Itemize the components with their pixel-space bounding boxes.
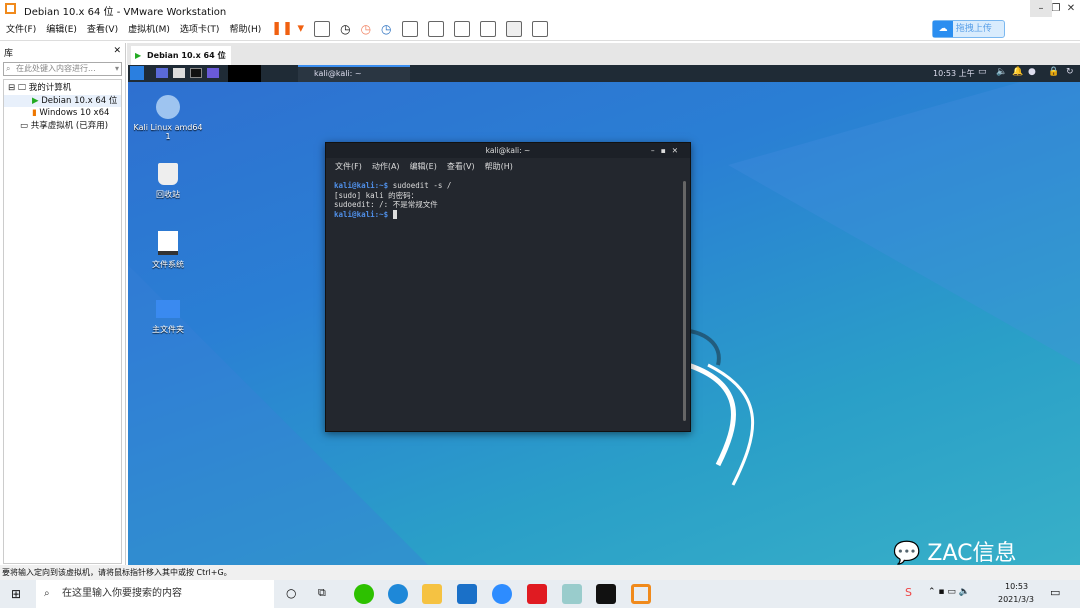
start-button[interactable]: ⊞ [11, 587, 21, 601]
terminal-output[interactable]: kali@kali:~$ sudoedit -s / [sudo] kali 的… [326, 175, 690, 225]
menu-bar: 文件(F) 编辑(E) 查看(V) 虚拟机(M) 选项卡(T) 帮助(H) ❚❚… [0, 17, 1080, 41]
tree-item-windows[interactable]: ▮ Windows 10 x64 [4, 107, 121, 120]
kali-clock[interactable]: 10:53 上午 [933, 68, 975, 79]
workspace-switcher[interactable] [228, 65, 261, 82]
library-tree: ⊟ 🖵 我的计算机 ▶ Debian 10.x 64 位 ▮ Windows 1… [3, 79, 122, 564]
show-desktop-icon[interactable] [156, 68, 168, 78]
taskbar-search-input[interactable]: ⌕ 在这里输入你要搜索的内容 [36, 580, 274, 608]
snapshot-icon[interactable]: ◷ [340, 22, 350, 36]
drive-icon [158, 231, 178, 255]
tree-item-debian[interactable]: ▶ Debian 10.x 64 位 [4, 94, 121, 107]
fullscreen-icon[interactable] [453, 20, 470, 37]
snapshot-manager-icon[interactable]: ◷ [381, 22, 391, 36]
edge-icon[interactable] [388, 584, 408, 604]
desktop-icon-filesystem[interactable]: 文件系统 [133, 231, 203, 270]
tree-item-shared[interactable]: ▭ 共享虚拟机 (已弃用) [4, 120, 121, 133]
cloud-icon: ☁ [933, 21, 953, 37]
unity-icon[interactable] [479, 20, 496, 37]
task-view-icon[interactable]: ⧉ [318, 586, 326, 600]
ime-icon[interactable]: S [905, 586, 912, 599]
terminal-menu-edit[interactable]: 编辑(E) [410, 161, 437, 172]
search-icon: ⌕ [44, 588, 50, 599]
terminal-titlebar[interactable]: kali@kali: ~ –▪✕ [326, 143, 690, 158]
action-center-icon[interactable]: ▭ [1050, 586, 1060, 599]
window-title: Debian 10.x 64 位 - VMware Workstation [24, 7, 227, 18]
menu-help[interactable]: 帮助(H) [229, 22, 261, 35]
file-explorer-icon[interactable] [422, 584, 442, 604]
terminal-menu-file[interactable]: 文件(F) [335, 161, 362, 172]
app-icon[interactable] [562, 584, 582, 604]
library-view-icon[interactable] [401, 20, 418, 37]
watermark: 💬 ZAC信息 [893, 541, 1017, 565]
zoom-icon[interactable] [492, 584, 512, 604]
home-folder-icon [156, 300, 180, 318]
terminal-menu-view[interactable]: 查看(V) [447, 161, 475, 172]
library-panel: 库 ✕ ⌕ 在此处键入内容进行... ▾ ⊟ 🖵 我的计算机 ▶ Debian 10.… [0, 43, 126, 565]
title-bar: Debian 10.x 64 位 - VMware Workstation – … [0, 0, 1080, 18]
vmware-taskbar-icon[interactable] [631, 584, 651, 604]
vmware-logo-icon [5, 3, 16, 14]
tab-close-icon[interactable]: ✕ [220, 46, 227, 65]
menu-vm[interactable]: 虚拟机(M) [128, 22, 170, 35]
upload-label: 拖拽上传 [955, 24, 992, 34]
file-manager-icon[interactable] [173, 68, 185, 78]
netease-music-icon[interactable] [527, 584, 547, 604]
windows-taskbar: ⊞ ⌕ 在这里输入你要搜索的内容 ○ ⧉ S ⌃ ▪ ▭ 🔈 10:53 2021… [0, 580, 1080, 608]
library-title: 库 [4, 49, 14, 59]
tab-bar: ▶ Debian 10.x 64 位 ✕ [127, 43, 1080, 65]
terminal-launcher-icon[interactable] [190, 68, 202, 78]
kali-top-panel: kali@kali: ~ 10:53 上午 ▭ 🔈 🔔 ● 🔒 ↻ [128, 65, 1080, 82]
desktop-icon-trash[interactable]: 回收站 [133, 163, 203, 200]
status-bar: 要将输入定向到该虚拟机，请将鼠标指针移入其中或按 Ctrl+G。 [0, 565, 1080, 580]
menu-file[interactable]: 文件(F) [6, 22, 36, 35]
terminal-app-icon[interactable] [596, 584, 616, 604]
menu-tabs[interactable]: 选项卡(T) [180, 22, 220, 35]
wechat-app-icon[interactable] [354, 584, 374, 604]
close-button[interactable]: ✕ [1060, 0, 1080, 17]
send-ctrl-alt-del-icon[interactable] [314, 20, 331, 37]
menu-edit[interactable]: 编辑(E) [46, 22, 77, 35]
notification-icon[interactable]: 🔔 [1012, 67, 1023, 77]
tray-date[interactable]: 2021/3/3 [998, 595, 1034, 604]
cortana-icon[interactable]: ○ [286, 586, 296, 600]
taskbar-terminal-window[interactable]: kali@kali: ~ [298, 65, 410, 82]
upload-button[interactable]: ☁ 拖拽上传 [932, 20, 1005, 38]
lock-icon[interactable]: 🔒 [1048, 67, 1059, 77]
terminal-scrollbar[interactable] [683, 181, 686, 421]
volume-icon[interactable]: 🔈 [996, 67, 1007, 77]
library-search-input[interactable]: ⌕ 在此处键入内容进行... ▾ [3, 62, 122, 76]
kali-menu-icon[interactable] [130, 66, 144, 80]
search-icon: ⌕ [6, 64, 11, 73]
screenshot-icon[interactable] [207, 68, 219, 78]
menu-view[interactable]: 查看(V) [87, 22, 118, 35]
terminal-menu-actions[interactable]: 动作(A) [372, 161, 400, 172]
tray-icons[interactable]: ⌃ ▪ ▭ 🔈 [928, 587, 970, 597]
tab-debian[interactable]: ▶ Debian 10.x 64 位 ✕ [131, 46, 231, 65]
display-icon[interactable]: ▭ [978, 67, 987, 77]
close-library-icon[interactable]: ✕ [113, 46, 121, 59]
network-icon[interactable]: ● [1028, 67, 1036, 77]
tray-time[interactable]: 10:53 [1005, 582, 1028, 591]
wechat-icon: 💬 [893, 541, 921, 565]
dropdown-icon[interactable]: ▾ [115, 63, 119, 75]
tree-item-my-computer[interactable]: ⊟ 🖵 我的计算机 [4, 82, 121, 95]
stretch-icon[interactable] [531, 20, 548, 37]
vm-running-icon: ▶ [135, 51, 142, 60]
terminal-menu: 文件(F) 动作(A) 编辑(E) 查看(V) 帮助(H) [326, 158, 690, 175]
desktop-icon-kali-disc[interactable]: Kali Linux amd64 1 [133, 95, 203, 141]
desktop-icon-home[interactable]: 主文件夹 [133, 300, 203, 335]
power-icon[interactable]: ↻ [1066, 67, 1074, 77]
trash-icon [158, 163, 178, 185]
terminal-menu-help[interactable]: 帮助(H) [485, 161, 513, 172]
mail-icon[interactable] [457, 584, 477, 604]
thumbnail-view-icon[interactable] [427, 20, 444, 37]
search-placeholder: 在此处键入内容进行... [16, 64, 96, 73]
revert-snapshot-icon[interactable]: ◷ [361, 22, 371, 36]
terminal-window-controls[interactable]: –▪✕ [651, 143, 684, 158]
disc-icon [156, 95, 180, 119]
console-icon[interactable] [505, 20, 522, 37]
vm-screen[interactable]: kali@kali: ~ 10:53 上午 ▭ 🔈 🔔 ● 🔒 ↻ Kali L… [128, 65, 1080, 565]
pause-icon[interactable]: ❚❚ ▾ [271, 21, 304, 36]
terminal-window[interactable]: kali@kali: ~ –▪✕ 文件(F) 动作(A) 编辑(E) 查看(V) … [325, 142, 691, 432]
